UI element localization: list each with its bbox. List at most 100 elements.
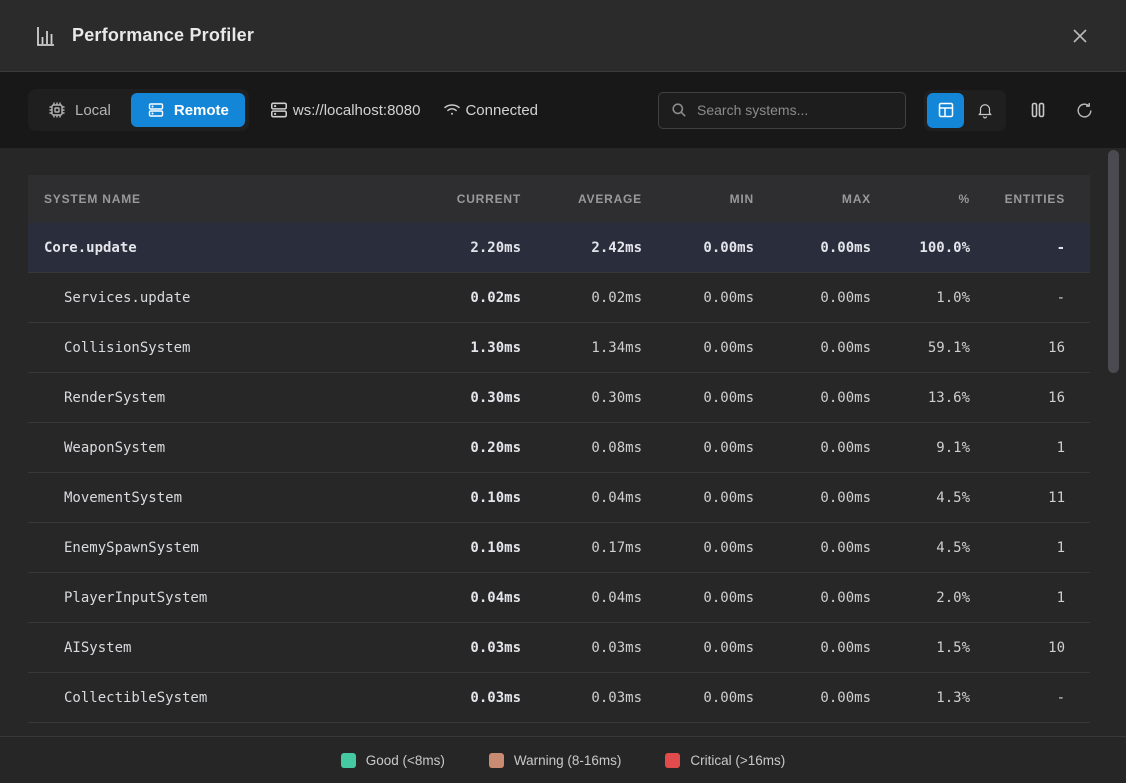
table-row[interactable]: CollisionSystem 1.30ms 1.34ms 0.00ms 0.0… <box>28 323 1090 373</box>
system-name-cell: Services.update <box>28 290 406 306</box>
col-system-name[interactable]: SYSTEM NAME <box>28 192 406 206</box>
col-average[interactable]: AVERAGE <box>521 192 642 206</box>
percent-cell: 9.1% <box>871 440 970 456</box>
system-name-cell: EnemySpawnSystem <box>28 540 406 556</box>
col-entities[interactable]: ENTITIES <box>970 192 1090 206</box>
server-icon <box>147 101 165 119</box>
max-cell: 0.00ms <box>754 590 871 606</box>
min-cell: 0.00ms <box>642 590 754 606</box>
table-row[interactable]: EnemySpawnSystem 0.10ms 0.17ms 0.00ms 0.… <box>28 523 1090 573</box>
max-cell: 0.00ms <box>754 440 871 456</box>
min-cell: 0.00ms <box>642 690 754 706</box>
local-mode-label: Local <box>75 102 111 119</box>
wifi-icon <box>442 100 462 120</box>
table-row[interactable]: RenderSystem 0.30ms 0.30ms 0.00ms 0.00ms… <box>28 373 1090 423</box>
legend-footer: Good (<8ms) Warning (8-16ms) Critical (>… <box>0 736 1126 783</box>
mode-switch: Local Remote <box>28 89 249 131</box>
vertical-scrollbar-thumb[interactable] <box>1108 150 1119 373</box>
system-name-cell: WeaponSystem <box>28 440 406 456</box>
average-cell: 0.03ms <box>521 640 642 656</box>
table-row[interactable]: Core.update 2.20ms 2.42ms 0.00ms 0.00ms … <box>28 223 1090 273</box>
current-cell: 0.04ms <box>406 590 521 606</box>
endpoint-info: ws://localhost:8080 <box>269 100 421 120</box>
table-row[interactable]: MovementSystem 0.10ms 0.04ms 0.00ms 0.00… <box>28 473 1090 523</box>
bell-icon <box>976 101 994 119</box>
critical-swatch <box>665 753 680 768</box>
min-cell: 0.00ms <box>642 440 754 456</box>
close-button[interactable] <box>1064 20 1096 52</box>
alerts-button[interactable] <box>966 93 1003 128</box>
local-mode-button[interactable]: Local <box>32 93 127 127</box>
legend-item-warning: Warning (8-16ms) <box>489 753 622 768</box>
current-cell: 0.03ms <box>406 640 521 656</box>
entities-cell: 10 <box>970 640 1090 656</box>
min-cell: 0.00ms <box>642 290 754 306</box>
max-cell: 0.00ms <box>754 690 871 706</box>
percent-cell: 59.1% <box>871 340 970 356</box>
current-cell: 0.10ms <box>406 540 521 556</box>
content-area: SYSTEM NAME CURRENT AVERAGE MIN MAX % EN… <box>0 148 1126 736</box>
min-cell: 0.00ms <box>642 340 754 356</box>
average-cell: 0.30ms <box>521 390 642 406</box>
entities-cell: - <box>970 290 1090 306</box>
entities-cell: 11 <box>970 490 1090 506</box>
legend-item-good: Good (<8ms) <box>341 753 445 768</box>
system-name-cell: Core.update <box>28 240 406 256</box>
col-percent[interactable]: % <box>871 192 970 206</box>
remote-mode-button[interactable]: Remote <box>131 93 245 127</box>
max-cell: 0.00ms <box>754 390 871 406</box>
current-cell: 2.20ms <box>406 240 521 256</box>
refresh-icon <box>1075 101 1094 120</box>
entities-cell: 16 <box>970 340 1090 356</box>
pause-button[interactable] <box>1024 96 1052 124</box>
current-cell: 0.20ms <box>406 440 521 456</box>
magnifier-icon <box>671 102 687 118</box>
refresh-button[interactable] <box>1070 96 1098 124</box>
warning-swatch <box>489 753 504 768</box>
toolbar: Local Remote <box>0 72 1126 148</box>
entities-cell: - <box>970 690 1090 706</box>
search-input[interactable] <box>697 102 893 118</box>
average-cell: 0.04ms <box>521 490 642 506</box>
connection-status: Connected <box>442 100 538 120</box>
percent-cell: 4.5% <box>871 540 970 556</box>
current-cell: 0.10ms <box>406 490 521 506</box>
entities-cell: 1 <box>970 540 1090 556</box>
table-row[interactable]: WeaponSystem 0.20ms 0.08ms 0.00ms 0.00ms… <box>28 423 1090 473</box>
percent-cell: 100.0% <box>871 240 970 256</box>
entities-cell: 1 <box>970 590 1090 606</box>
page-title: Performance Profiler <box>72 25 254 46</box>
col-min[interactable]: MIN <box>642 192 754 206</box>
system-name-cell: CollectibleSystem <box>28 690 406 706</box>
average-cell: 0.04ms <box>521 590 642 606</box>
entities-cell: - <box>970 240 1090 256</box>
min-cell: 0.00ms <box>642 240 754 256</box>
entities-cell: 1 <box>970 440 1090 456</box>
average-cell: 0.08ms <box>521 440 642 456</box>
min-cell: 0.00ms <box>642 640 754 656</box>
min-cell: 0.00ms <box>642 540 754 556</box>
view-toggle <box>924 90 1006 131</box>
legend-critical-label: Critical (>16ms) <box>690 753 785 768</box>
col-max[interactable]: MAX <box>754 192 871 206</box>
cpu-chip-icon <box>48 101 66 119</box>
server-icon <box>269 100 289 120</box>
col-current[interactable]: CURRENT <box>406 192 521 206</box>
legend-item-critical: Critical (>16ms) <box>665 753 785 768</box>
max-cell: 0.00ms <box>754 490 871 506</box>
average-cell: 0.02ms <box>521 290 642 306</box>
system-name-cell: PlayerInputSystem <box>28 590 406 606</box>
average-cell: 0.03ms <box>521 690 642 706</box>
table-row[interactable]: CollectibleSystem 0.03ms 0.03ms 0.00ms 0… <box>28 673 1090 723</box>
close-x-icon <box>1070 26 1090 46</box>
good-swatch <box>341 753 356 768</box>
average-cell: 0.17ms <box>521 540 642 556</box>
legend-warning-label: Warning (8-16ms) <box>514 753 622 768</box>
table-row[interactable]: AISystem 0.03ms 0.03ms 0.00ms 0.00ms 1.5… <box>28 623 1090 673</box>
min-cell: 0.00ms <box>642 390 754 406</box>
table-row[interactable]: Services.update 0.02ms 0.02ms 0.00ms 0.0… <box>28 273 1090 323</box>
table-row[interactable]: PlayerInputSystem 0.04ms 0.04ms 0.00ms 0… <box>28 573 1090 623</box>
percent-cell: 4.5% <box>871 490 970 506</box>
table-view-button[interactable] <box>927 93 964 128</box>
percent-cell: 2.0% <box>871 590 970 606</box>
